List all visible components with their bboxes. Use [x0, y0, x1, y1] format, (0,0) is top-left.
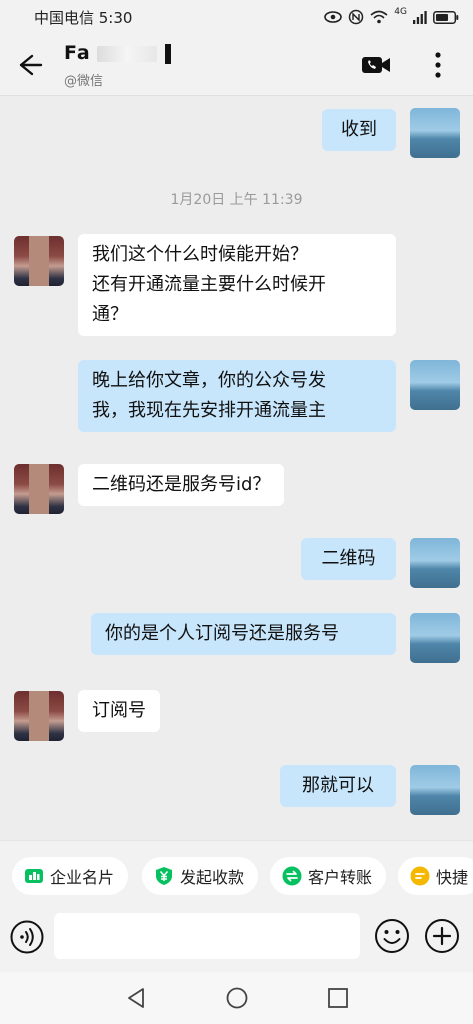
network-type: 4G [394, 7, 407, 17]
nav-home-icon[interactable] [225, 986, 249, 1010]
message-bubble-incoming[interactable]: 订阅号 [78, 690, 160, 732]
my-avatar[interactable] [410, 765, 460, 815]
quick-reply-chip[interactable]: 快捷 [398, 857, 473, 895]
back-arrow-icon[interactable] [14, 50, 44, 80]
customer-transfer-chip[interactable]: 客户转账 [270, 857, 387, 895]
message-bubble-outgoing[interactable]: 你的是个人订阅号还是服务号 [91, 613, 396, 655]
more-menu-icon[interactable] [428, 50, 448, 80]
carrier-time: 中国电信 5:30 [34, 8, 133, 27]
video-call-icon[interactable] [360, 52, 392, 78]
message-bubble-incoming[interactable]: 二维码还是服务号id？ [78, 464, 285, 506]
battery-icon [433, 10, 459, 24]
message-bubble-outgoing[interactable]: 晚上给你文章，你的公众号发 我，我现在先安排开通流量主 [78, 360, 396, 432]
transfer-icon [282, 866, 302, 886]
message-bubble-incoming[interactable]: 我们这个什么时候能开始？ 还有开通流量主要什么时候开 通？ [78, 234, 396, 336]
my-avatar[interactable] [410, 538, 460, 588]
signal-icon [413, 10, 427, 24]
message-list[interactable]: 收到 1月20日 上午 11:39 我们这个什么时候能开始？ 还有开通流量主要什… [0, 96, 473, 840]
request-payment-chip[interactable]: 发起收款 [142, 857, 259, 895]
voice-input-icon[interactable] [10, 920, 44, 954]
chat-header: Fa @微信 [0, 34, 473, 96]
name-redaction [96, 45, 157, 62]
business-card-icon [25, 869, 43, 883]
message-line: 通？ [92, 304, 128, 325]
contact-name-text: Fa [64, 42, 91, 64]
chip-label: 快捷 [436, 868, 469, 887]
message-line: 还有开通流量主要什么时候开 [92, 274, 326, 295]
message-line: 晚上给你文章，你的公众号发 [92, 370, 326, 391]
chip-label: 企业名片 [50, 868, 115, 887]
wifi-icon [370, 10, 388, 24]
eye-icon [324, 11, 343, 23]
status-bar: 中国电信 5:30 4G [0, 0, 473, 34]
my-avatar[interactable] [410, 108, 460, 158]
yuan-icon [156, 867, 172, 885]
plus-icon[interactable] [424, 918, 460, 954]
business-card-chip[interactable]: 企业名片 [12, 857, 129, 895]
name-redaction-bar [164, 43, 171, 64]
message-bubble-outgoing[interactable]: 那就可以 [280, 765, 396, 807]
message-line: 我，我现在先安排开通流量主 [92, 400, 326, 421]
system-navigation-bar [0, 972, 473, 1024]
message-line: 我们这个什么时候能开始？ [92, 244, 308, 265]
my-avatar[interactable] [410, 360, 460, 410]
contact-avatar[interactable] [14, 464, 64, 514]
contact-avatar[interactable] [14, 236, 64, 286]
my-avatar[interactable] [410, 613, 460, 663]
message-input-bar [0, 910, 473, 972]
message-bubble-outgoing[interactable]: 二维码 [301, 538, 396, 580]
message-bubble-outgoing[interactable]: 收到 [322, 109, 396, 151]
timestamp: 1月20日 上午 11:39 [170, 192, 303, 208]
chip-label: 客户转账 [308, 868, 373, 887]
contact-name[interactable]: Fa [64, 42, 171, 64]
quick-reply-icon [410, 866, 430, 886]
contact-avatar[interactable] [14, 691, 64, 741]
message-text-input[interactable] [54, 913, 360, 959]
nav-recents-icon[interactable] [326, 986, 350, 1010]
chip-label: 发起收款 [180, 868, 245, 887]
nav-back-icon[interactable] [124, 986, 148, 1010]
quick-actions-bar: 企业名片 发起收款 客户转账 快捷 [0, 840, 473, 910]
contact-subtitle: @微信 [64, 74, 104, 89]
nfc-icon [349, 9, 364, 25]
status-icons: 4G [324, 7, 459, 25]
emoji-icon[interactable] [374, 918, 410, 954]
